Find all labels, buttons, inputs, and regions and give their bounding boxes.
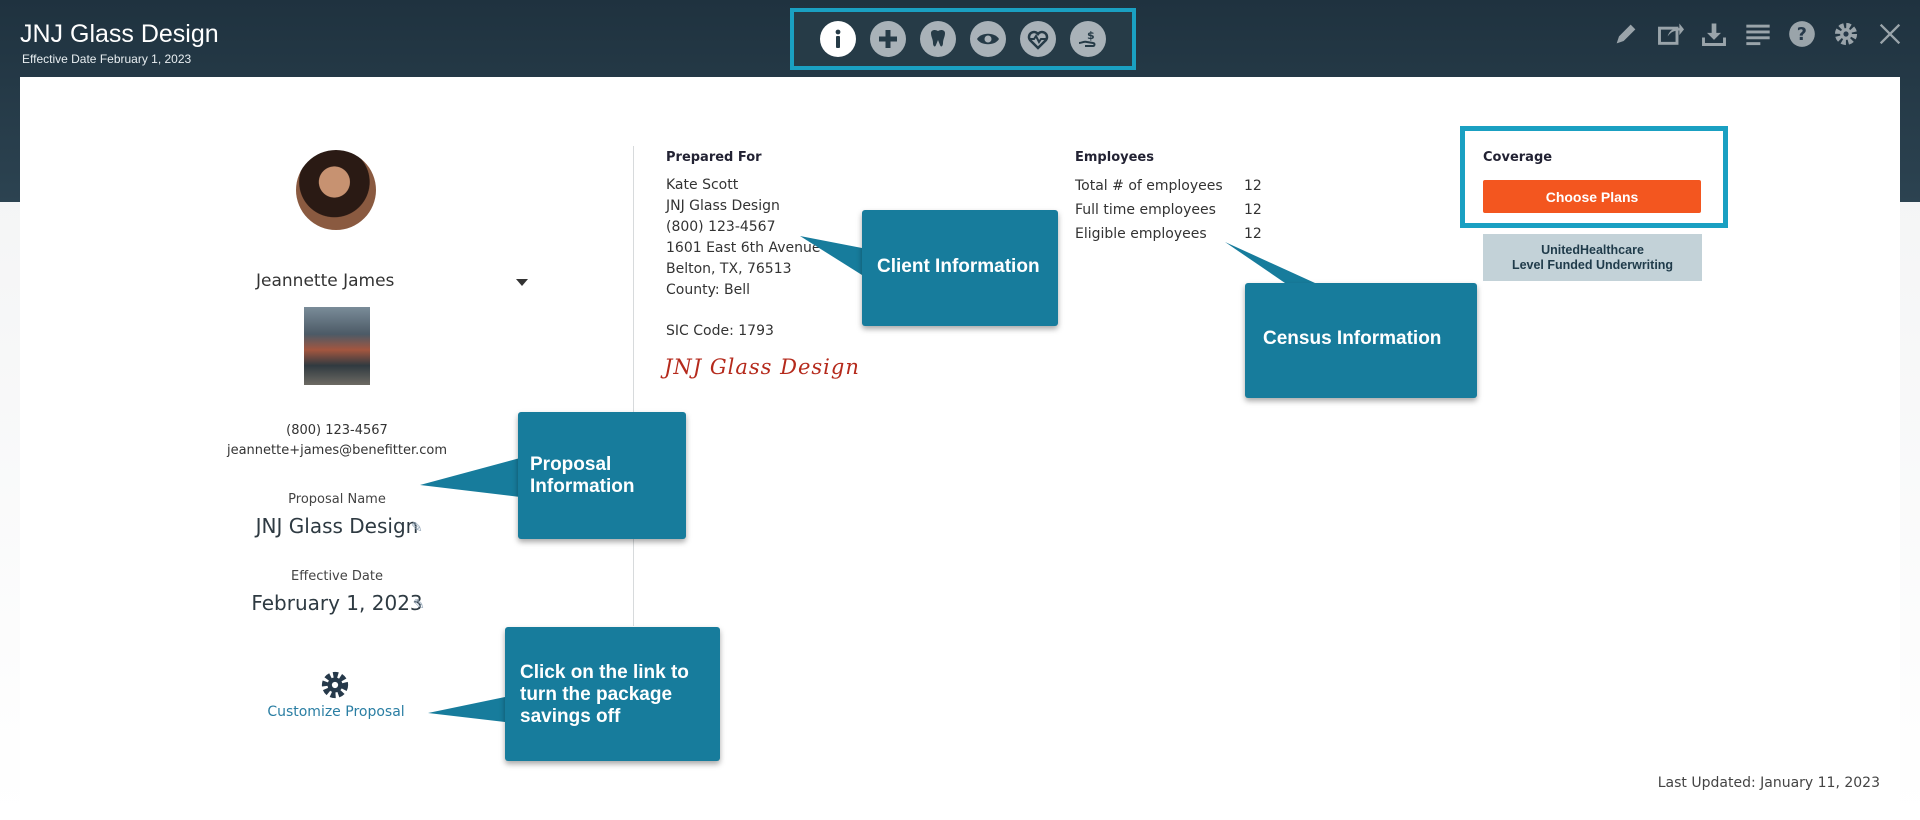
callout-tails <box>420 236 1315 722</box>
client-information-callout: Client Information <box>862 210 1058 326</box>
customize-callout: Click on the link to turn the package sa… <box>505 627 720 761</box>
last-updated: Last Updated: January 11, 2023 <box>1657 775 1880 791</box>
proposal-information-callout: Proposal Information <box>518 412 686 539</box>
census-information-callout: Census Information <box>1245 283 1477 398</box>
